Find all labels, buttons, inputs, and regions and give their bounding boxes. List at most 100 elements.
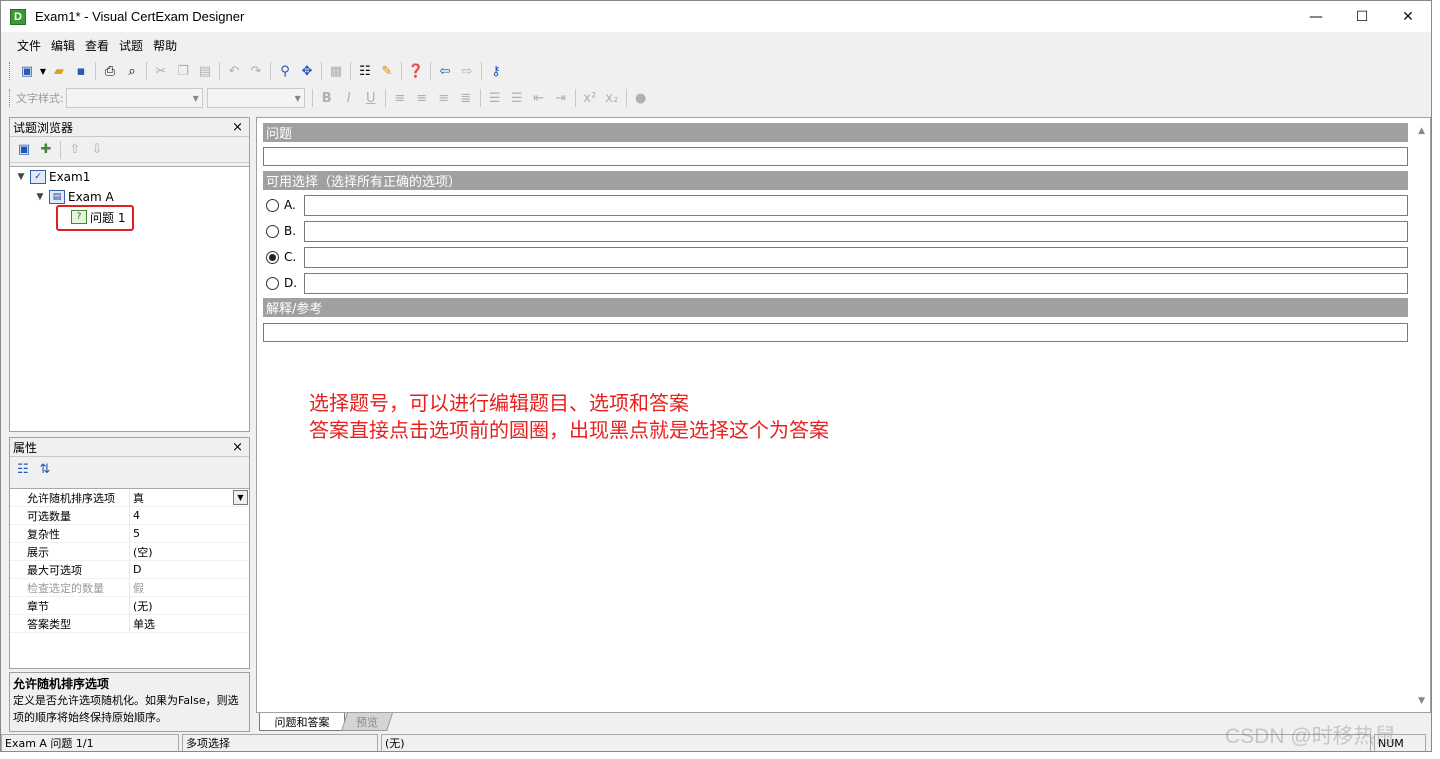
choice-radio[interactable] [266, 250, 279, 264]
close-icon[interactable]: × [232, 440, 243, 455]
move-up-icon[interactable]: ⇧ [64, 139, 86, 161]
help-icon[interactable]: ❓ [405, 60, 427, 82]
new-exam-icon[interactable]: ▣ [16, 60, 38, 82]
chevron-down-icon[interactable]: ▼ [233, 490, 248, 505]
export-icon[interactable]: ⇨ [456, 60, 478, 82]
dropdown-arrow-icon[interactable]: ▼ [38, 60, 48, 82]
property-value[interactable]: (无) [130, 597, 249, 614]
toolbar-grip[interactable] [9, 62, 12, 80]
subscript-icon[interactable]: x₂ [601, 87, 623, 109]
property-row[interactable]: 最大可选项 D [10, 561, 249, 579]
scroll-down-icon[interactable]: ▼ [1418, 696, 1425, 706]
properties-icon[interactable]: ✎ [376, 60, 398, 82]
menu-file[interactable]: 文件 [13, 37, 45, 54]
property-value[interactable]: (空) [130, 543, 249, 560]
paste-icon[interactable]: ▤ [194, 60, 216, 82]
property-value[interactable]: 5 [130, 525, 249, 542]
property-row[interactable]: 展示 (空) [10, 543, 249, 561]
add-question-icon[interactable]: ✚ [35, 139, 57, 161]
property-row[interactable]: 允许随机排序选项真 ▼ [10, 489, 249, 507]
choice-radio[interactable] [266, 224, 279, 238]
align-right-icon[interactable]: ≡ [433, 87, 455, 109]
property-value[interactable]: D [130, 561, 249, 578]
property-value[interactable]: 假 [130, 579, 249, 596]
move-down-icon[interactable]: ⇩ [86, 139, 108, 161]
maximize-button[interactable]: ☐ [1339, 1, 1385, 32]
explorer-toolbar: ▣ ✚ ⇧ ⇩ [10, 137, 249, 163]
cut-icon[interactable]: ✂ [150, 60, 172, 82]
add-section-icon[interactable]: ▣ [13, 139, 35, 161]
indent-icon[interactable]: ⇥ [550, 87, 572, 109]
section-icon: ▤ [49, 190, 65, 204]
property-grid: 允许随机排序选项真 ▼ 可选数量 4 复杂性 5 展示 (空) 最大可选项 D 检查选定的数量假章节… [10, 488, 249, 668]
property-row[interactable]: 答案类型 单选 [10, 615, 249, 633]
property-value[interactable]: 单选 [130, 615, 249, 632]
outdent-icon[interactable]: ⇤ [528, 87, 550, 109]
superscript-icon[interactable]: x² [579, 87, 601, 109]
save-icon[interactable]: ▪ [70, 60, 92, 82]
property-description: 允许随机排序选项 定义是否允许选项随机化。如果为False，则选项的顺序将始终保… [9, 672, 250, 732]
choice-radio[interactable] [266, 198, 279, 212]
chevron-down-icon[interactable]: ▼ [15, 172, 27, 182]
underline-icon[interactable]: U [360, 87, 382, 109]
property-row[interactable]: 复杂性 5 [10, 525, 249, 543]
move-icon[interactable]: ✥ [296, 60, 318, 82]
align-center-icon[interactable]: ≡ [411, 87, 433, 109]
italic-icon[interactable]: I [338, 87, 360, 109]
close-button[interactable]: ✕ [1385, 1, 1431, 32]
align-left-icon[interactable]: ≡ [389, 87, 411, 109]
question-text-input[interactable] [263, 147, 1408, 166]
print-preview-icon[interactable]: ⌕ [121, 60, 143, 82]
property-value[interactable]: 4 [130, 507, 249, 524]
property-row[interactable]: 检查选定的数量假 [10, 579, 249, 597]
explanation-input[interactable] [263, 323, 1408, 342]
close-icon[interactable]: × [232, 120, 243, 135]
property-row[interactable]: 可选数量 4 [10, 507, 249, 525]
tree-view-icon[interactable]: ☷ [354, 60, 376, 82]
color-icon[interactable]: ● [630, 87, 652, 109]
bold-icon[interactable]: B [316, 87, 338, 109]
key-icon[interactable]: ⚷ [485, 60, 507, 82]
properties-header: 属性 × [10, 438, 249, 457]
choice-text-input[interactable] [304, 272, 1408, 294]
property-name: 答案类型 [10, 615, 130, 632]
scroll-up-icon[interactable]: ▲ [1418, 126, 1425, 136]
choice-radio[interactable] [266, 276, 279, 290]
sort-alpha-icon[interactable]: ⇅ [34, 458, 56, 480]
choice-text-input[interactable] [304, 246, 1408, 268]
copy-icon[interactable]: ❐ [172, 60, 194, 82]
open-folder-icon[interactable]: ▰ [48, 60, 70, 82]
tab-preview[interactable]: 预览 [341, 713, 393, 731]
minimize-button[interactable]: — [1293, 1, 1339, 32]
numbered-list-icon[interactable]: ☰ [484, 87, 506, 109]
search-icon[interactable]: ⚲ [274, 60, 296, 82]
align-justify-icon[interactable]: ≣ [455, 87, 477, 109]
toolbar-grip[interactable] [9, 89, 12, 107]
tree-node-section[interactable]: ▼ ▤ Exam A [34, 188, 114, 206]
property-row[interactable]: 章节 (无) [10, 597, 249, 615]
menu-view[interactable]: 查看 [81, 37, 113, 54]
print-icon[interactable]: ⎙ [99, 60, 121, 82]
bullet-list-icon[interactable]: ☰ [506, 87, 528, 109]
tab-question-answer[interactable]: 问题和答案 [259, 713, 345, 731]
menu-edit[interactable]: 编辑 [47, 37, 79, 54]
text-style-label: 文字样式: [16, 92, 64, 105]
redo-icon[interactable]: ↷ [245, 60, 267, 82]
menu-help[interactable]: 帮助 [149, 37, 181, 54]
undo-icon[interactable]: ↶ [223, 60, 245, 82]
tree-node-exam[interactable]: ▼ ✓ Exam1 [15, 168, 90, 186]
property-value-text: (空) [133, 545, 153, 559]
explorer-title: 试题浏览器 [13, 120, 74, 135]
menu-exam[interactable]: 试题 [115, 37, 147, 54]
choice-text-input[interactable] [304, 194, 1408, 216]
annotation-line: 答案直接点击选项前的圆圈，出现黑点就是选择这个为答案 [309, 418, 829, 442]
text-style-select[interactable]: ▼ [65, 88, 203, 108]
chevron-down-icon[interactable]: ▼ [34, 192, 46, 202]
categorized-icon[interactable]: ☷ [12, 458, 34, 480]
choice-text-input[interactable] [304, 220, 1408, 242]
property-value[interactable]: 真 ▼ [130, 489, 249, 506]
image-icon[interactable]: ▩ [325, 60, 347, 82]
import-icon[interactable]: ⇦ [434, 60, 456, 82]
font-size-select[interactable]: ▼ [206, 88, 305, 108]
property-value-text: 单选 [133, 617, 155, 631]
